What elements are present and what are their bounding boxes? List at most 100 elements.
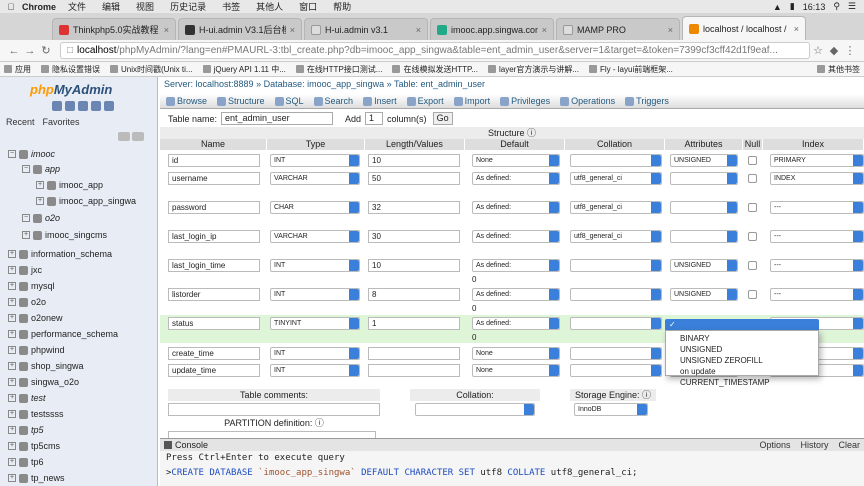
- tree-item[interactable]: + imooc_singcms: [22, 228, 107, 242]
- url-input[interactable]: □ localhost/phpMyAdmin/?lang=en#PMAURL-3…: [60, 42, 810, 59]
- help-icon[interactable]: ⓘ: [527, 128, 536, 138]
- go-button[interactable]: Go: [432, 112, 453, 125]
- menu-file[interactable]: 文件: [68, 0, 86, 13]
- bookmark-apps[interactable]: 应用: [4, 64, 31, 75]
- column-default-select[interactable]: None: [472, 154, 560, 167]
- tab-3[interactable]: H-ui.admin v3.1 ×: [304, 18, 428, 40]
- bookmark-3[interactable]: Unix时间戳(Unix ti...: [110, 64, 193, 75]
- column-null-checkbox[interactable]: [748, 174, 757, 183]
- collapse-icon[interactable]: −: [8, 150, 16, 158]
- column-null-checkbox[interactable]: [748, 261, 757, 270]
- console-history-button[interactable]: History: [800, 440, 828, 450]
- attr-option-on-update[interactable]: on update CURRENT_TIMESTAMP: [666, 366, 818, 387]
- column-index-select[interactable]: INDEX: [770, 172, 864, 185]
- column-collation-select[interactable]: utf8_general_ci: [570, 230, 662, 243]
- expand-icon[interactable]: +: [8, 394, 16, 402]
- tree-item[interactable]: + tp6: [8, 455, 44, 469]
- column-default-select[interactable]: As defined:: [472, 288, 560, 301]
- tree-item[interactable]: + phpwind: [8, 343, 65, 357]
- tab-import[interactable]: Import: [453, 96, 490, 106]
- column-collation-select[interactable]: [570, 347, 662, 360]
- column-default-select[interactable]: None: [472, 347, 560, 360]
- tab-export[interactable]: Export: [406, 96, 444, 106]
- column-default-select[interactable]: As defined:: [472, 172, 560, 185]
- tab-privileges[interactable]: Privileges: [500, 96, 550, 106]
- column-length-input[interactable]: 30: [368, 230, 460, 243]
- column-name-input[interactable]: password: [168, 201, 260, 214]
- expand-icon[interactable]: +: [8, 442, 16, 450]
- expand-icon[interactable]: +: [8, 410, 16, 418]
- collapse-all-icon[interactable]: [118, 132, 130, 141]
- column-type-select[interactable]: VARCHAR: [270, 172, 360, 185]
- tab-sql[interactable]: SQL: [274, 96, 304, 106]
- tab-4[interactable]: imooc.app.singwa.com ×: [430, 18, 554, 40]
- expand-icon[interactable]: +: [8, 298, 16, 306]
- expand-icon[interactable]: +: [8, 314, 16, 322]
- column-collation-select[interactable]: [570, 154, 662, 167]
- tab-insert[interactable]: Insert: [363, 96, 397, 106]
- clock[interactable]: 16:13: [803, 2, 826, 12]
- column-index-select[interactable]: ---: [770, 201, 864, 214]
- tree-item[interactable]: + imooc_app: [36, 178, 103, 192]
- close-icon[interactable]: ×: [290, 25, 295, 35]
- column-type-select[interactable]: CHAR: [270, 201, 360, 214]
- column-length-input[interactable]: 8: [368, 288, 460, 301]
- console-header[interactable]: Console Options History Clear: [160, 439, 864, 451]
- column-type-select[interactable]: INT: [270, 364, 360, 377]
- column-name-input[interactable]: update_time: [168, 364, 260, 377]
- expand-icon[interactable]: +: [8, 378, 16, 386]
- tab-search[interactable]: Search: [313, 96, 353, 106]
- tree-item[interactable]: + information_schema: [8, 247, 112, 261]
- column-collation-select[interactable]: [570, 288, 662, 301]
- table-name-input[interactable]: ent_admin_user: [221, 112, 334, 125]
- column-null-checkbox[interactable]: [748, 156, 757, 165]
- expand-icon[interactable]: +: [8, 474, 16, 482]
- tab-favorites[interactable]: Favorites: [43, 117, 80, 127]
- column-length-input[interactable]: 10: [368, 259, 460, 272]
- collation-select[interactable]: [415, 403, 535, 416]
- apple-icon[interactable]: : [0, 2, 22, 12]
- bookmark-8[interactable]: Fly - layui前端框架...: [589, 64, 673, 75]
- add-columns-input[interactable]: 1: [365, 112, 384, 125]
- bookmark-7[interactable]: layer官方演示与讲解...: [487, 64, 579, 75]
- reload-icon[interactable]: [104, 101, 114, 111]
- attr-option-binary[interactable]: BINARY: [666, 333, 818, 344]
- column-default-select[interactable]: As defined:: [472, 230, 560, 243]
- tree-item[interactable]: + test: [8, 391, 46, 405]
- column-attributes-select[interactable]: [670, 201, 738, 214]
- reload-icon[interactable]: ↻: [38, 44, 54, 57]
- console-clear-button[interactable]: Clear: [838, 440, 860, 450]
- menu-edit[interactable]: 编辑: [102, 0, 120, 13]
- console-options-button[interactable]: Options: [759, 440, 790, 450]
- expand-icon[interactable]: +: [8, 362, 16, 370]
- tab-structure[interactable]: Structure: [217, 96, 265, 106]
- expand-icon[interactable]: +: [8, 266, 16, 274]
- column-null-checkbox[interactable]: [748, 203, 757, 212]
- expand-icon[interactable]: +: [8, 250, 16, 258]
- tree-item[interactable]: + mysql: [8, 279, 55, 293]
- partition-input[interactable]: [168, 431, 376, 438]
- column-index-select[interactable]: ---: [770, 288, 864, 301]
- tree-item[interactable]: + tp_news: [8, 471, 65, 485]
- column-name-input[interactable]: id: [168, 154, 260, 167]
- column-collation-select[interactable]: utf8_general_ci: [570, 172, 662, 185]
- tab-6-active[interactable]: localhost / localhost / ×: [682, 16, 806, 40]
- column-attributes-select[interactable]: UNSIGNED: [670, 154, 738, 167]
- column-null-checkbox[interactable]: [748, 232, 757, 241]
- attr-option-unsigned[interactable]: UNSIGNED: [666, 344, 818, 355]
- column-attributes-select[interactable]: UNSIGNED: [670, 259, 738, 272]
- column-index-select[interactable]: ---: [770, 230, 864, 243]
- expand-icon[interactable]: +: [22, 231, 30, 239]
- crumb-database[interactable]: Database: imooc_app_singwa: [264, 79, 385, 89]
- expand-icon[interactable]: +: [36, 197, 44, 205]
- tree-item[interactable]: − imooc: [8, 147, 55, 161]
- tab-triggers[interactable]: Triggers: [625, 96, 669, 106]
- menu-help[interactable]: 帮助: [333, 0, 351, 13]
- column-collation-select[interactable]: [570, 317, 662, 330]
- column-default-select[interactable]: As defined:: [472, 317, 560, 330]
- menu-people[interactable]: 其他人: [256, 0, 283, 13]
- help-icon[interactable]: ⓘ: [315, 418, 324, 428]
- column-collation-select[interactable]: [570, 364, 662, 377]
- back-icon[interactable]: ←: [6, 45, 22, 57]
- close-icon[interactable]: ×: [794, 24, 799, 34]
